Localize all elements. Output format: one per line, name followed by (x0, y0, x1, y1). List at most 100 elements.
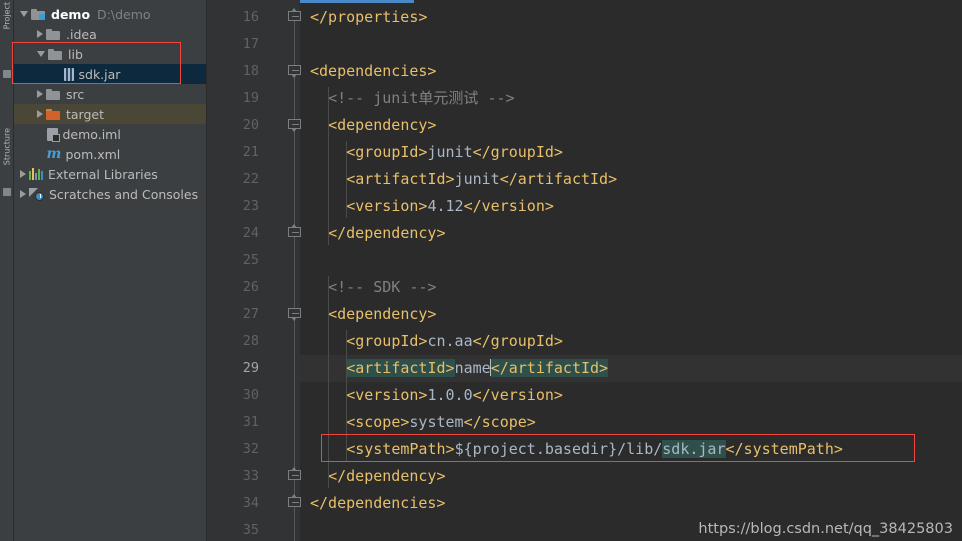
chevron-open-icon[interactable] (37, 51, 45, 57)
code-token: <!-- SDK --> (328, 278, 437, 296)
folder-module-icon (31, 8, 46, 20)
panel-icon[interactable] (3, 70, 11, 78)
line-number: 20 (242, 117, 259, 133)
code-line[interactable]: <dependency> (300, 112, 962, 139)
tree-item-target[interactable]: target (14, 104, 206, 124)
tree-item-label: demo (51, 6, 91, 22)
ide-window: Project Structure demo D:\demo .idea lib sdk… (0, 0, 962, 541)
arrow-placeholder (37, 150, 44, 159)
code-line[interactable]: <groupId>junit</groupId> (300, 139, 962, 166)
line-number: 21 (242, 144, 259, 160)
code-token: name (454, 359, 491, 377)
tree-item-src[interactable]: src (14, 84, 206, 104)
code-line[interactable]: </properties> (300, 4, 962, 31)
tree-item-external-libraries[interactable]: External Libraries (14, 164, 206, 184)
folder-icon (46, 28, 61, 40)
code-line[interactable]: </dependency> (300, 220, 962, 247)
tree-item-label: Scratches and Consoles (49, 186, 199, 202)
code-token: <!-- junit单元测试 --> (328, 89, 515, 107)
tree-item-scratches-and-consoles[interactable]: Scratches and Consoles (14, 184, 206, 204)
code-token: 1.0.0 (427, 386, 473, 404)
tree-item-label: External Libraries (48, 166, 158, 182)
chevron-closed-icon[interactable] (37, 90, 43, 98)
line-number: 33 (242, 468, 259, 484)
chevron-closed-icon[interactable] (37, 110, 43, 118)
code-line[interactable]: <scope>system</scope> (300, 409, 962, 436)
code-token: system (409, 413, 464, 431)
code-token: </version> (463, 197, 554, 215)
code-token: cn.aa (427, 332, 473, 350)
code-token: 4.12 (427, 197, 464, 215)
code-line[interactable]: <dependency> (300, 301, 962, 328)
tree-item-lib[interactable]: lib (14, 44, 206, 64)
line-number: 18 (242, 63, 259, 79)
line-number: 35 (242, 522, 259, 538)
code-line[interactable]: <artifactId>junit</artifactId> (300, 166, 962, 193)
code-line[interactable] (300, 31, 962, 58)
code-token: ${project.basedir}/lib/ (454, 440, 663, 458)
code-token: </properties> (310, 8, 428, 26)
tree-item-pom-xml[interactable]: m pom.xml (14, 144, 206, 164)
code-line[interactable]: <groupId>cn.aa</groupId> (300, 328, 962, 355)
code-token: sdk.jar (662, 440, 726, 458)
editor-gutter[interactable]: 16 17 18 19 20 21 22 23 24 25 26 27 28 29 30 31 32 33 34 35 (207, 0, 301, 541)
line-number-column: 16 17 18 19 20 21 22 23 24 25 26 27 28 29 30 31 32 33 34 35 (207, 0, 265, 541)
tree-item-demo[interactable]: demo D:\demo (14, 4, 206, 24)
code-line[interactable]: </dependency> (300, 463, 962, 490)
line-number: 22 (242, 171, 259, 187)
tool-window-button-project[interactable]: Project (2, 2, 11, 29)
code-content[interactable]: </properties> <dependencies> <!-- junit单元测… (300, 0, 962, 541)
line-number: 32 (242, 441, 259, 457)
iml-file-icon (46, 127, 60, 142)
line-number: 17 (242, 36, 259, 52)
jar-icon (63, 67, 74, 81)
chevron-open-icon[interactable] (20, 11, 28, 17)
code-line[interactable]: <dependencies> (300, 58, 962, 85)
code-token: </scope> (463, 413, 536, 431)
chevron-closed-icon[interactable] (20, 190, 26, 198)
maven-pom-icon: m (46, 145, 62, 162)
code-line[interactable]: <version>4.12</version> (300, 193, 962, 220)
line-number: 25 (242, 252, 259, 268)
code-token: </artifactId> (499, 170, 618, 188)
code-token: <dependency> (328, 116, 437, 134)
tool-window-button-structure[interactable]: Structure (2, 128, 11, 165)
code-token: junit (427, 143, 473, 161)
tree-item-idea[interactable]: .idea (14, 24, 206, 44)
line-number: 24 (242, 225, 259, 241)
tree-item-sdk-jar[interactable]: sdk.jar (14, 64, 206, 84)
folder-excluded-icon (46, 108, 61, 120)
code-line[interactable] (300, 247, 962, 274)
tree-item-demo-iml[interactable]: demo.iml (14, 124, 206, 144)
tree-item-label: target (66, 106, 105, 122)
code-line[interactable]: <!-- SDK --> (300, 274, 962, 301)
tree-item-label: .idea (66, 26, 97, 42)
line-number: 30 (242, 387, 259, 403)
code-token: <groupId> (346, 143, 428, 161)
code-line[interactable]: <systemPath>${project.basedir}/lib/sdk.j… (300, 436, 962, 463)
code-editor[interactable]: 16 17 18 19 20 21 22 23 24 25 26 27 28 29 30 31 32 33 34 35… (207, 0, 962, 541)
chevron-closed-icon[interactable] (20, 170, 26, 178)
tree-item-label: demo.iml (62, 126, 121, 142)
code-line[interactable]: <version>1.0.0</version> (300, 382, 962, 409)
code-token: <dependency> (328, 305, 437, 323)
code-token: </systemPath> (725, 440, 843, 458)
arrow-placeholder (37, 130, 44, 139)
code-token: <dependencies> (310, 62, 437, 80)
tree-item-label: sdk.jar (78, 66, 121, 82)
code-line[interactable]: <!-- junit单元测试 --> (300, 85, 962, 112)
code-token: </artifactId> (490, 359, 609, 377)
project-tree-panel: demo D:\demo .idea lib sdk.jar src target demo.… (14, 0, 207, 541)
code-line[interactable]: </dependencies> (300, 490, 962, 517)
line-number: 19 (242, 90, 259, 106)
chevron-closed-icon[interactable] (37, 30, 43, 38)
line-number: 23 (242, 198, 259, 214)
panel-icon-2[interactable] (3, 188, 11, 196)
code-token: <scope> (346, 413, 410, 431)
folder-icon (48, 48, 63, 60)
indent-guide (346, 330, 348, 461)
code-token: <version> (346, 386, 428, 404)
code-token: <version> (346, 197, 428, 215)
code-line[interactable]: <artifactId>name</artifactId> (300, 355, 962, 382)
indent-guide (346, 141, 348, 218)
